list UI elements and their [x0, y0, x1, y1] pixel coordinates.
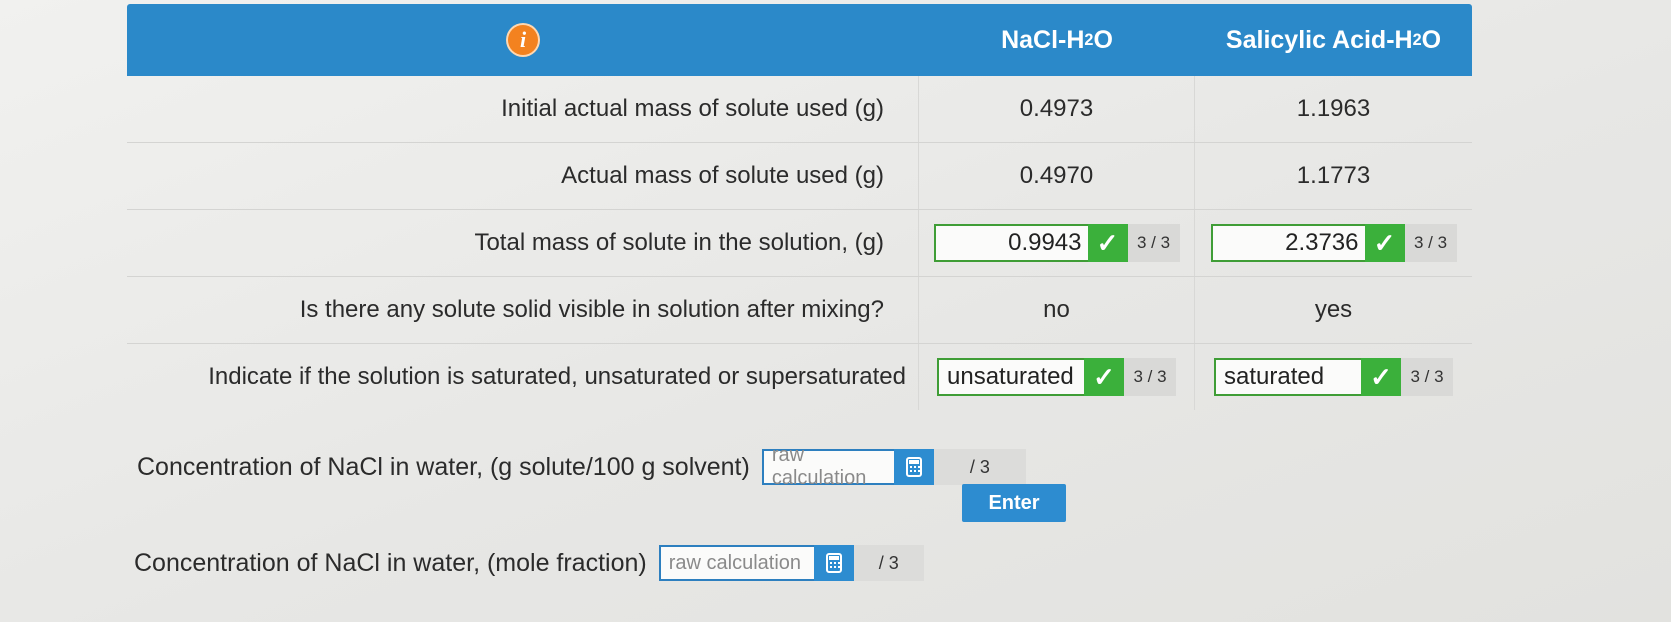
score-badge: / 3 [853, 545, 924, 581]
salicylic-saturation-select[interactable]: saturated ✓ [1214, 358, 1401, 396]
nacl-saturation-cell: unsaturated ✓ 3 / 3 [919, 344, 1195, 410]
page: i NaCl-H 2 O Salicylic Acid-H 2 O Initial ac… [0, 0, 1671, 622]
salicylic-total-mass-cell: 2.3736 ✓ 3 / 3 [1195, 210, 1472, 276]
header-nacl: NaCl-H 2 O [1001, 25, 1113, 54]
nacl-total-mass-answer: 0.9943 ✓ 3 / 3 [933, 224, 1180, 262]
table-row-visible-solid: Is there any solute solid visible in sol… [127, 277, 1472, 344]
row-label: Total mass of solute in the solution, (g… [127, 210, 919, 276]
row-label: Actual mass of solute used (g) [127, 143, 919, 209]
score-badge: 3 / 3 [1404, 224, 1457, 262]
nacl-actual-mass-value: 0.4970 [919, 143, 1195, 209]
salicylic-initial-mass-value: 1.1963 [1296, 95, 1371, 122]
table-row-actual-mass: Actual mass of solute used (g) 0.4970 1.… [127, 143, 1472, 210]
check-icon: ✓ [1364, 224, 1405, 262]
check-icon: ✓ [1087, 224, 1128, 262]
table-row-total-mass: Total mass of solute in the solution, (g… [127, 210, 1472, 277]
salicylic-saturation-cell: saturated ✓ 3 / 3 [1195, 344, 1472, 410]
salicylic-visible-value: yes [1314, 296, 1353, 323]
salicylic-saturation-answer: saturated ✓ 3 / 3 [1214, 358, 1453, 396]
nacl-saturation-answer: unsaturated ✓ 3 / 3 [937, 358, 1176, 396]
info-icon[interactable]: i [508, 25, 538, 55]
score-badge: 3 / 3 [1127, 224, 1180, 262]
row-label: Initial actual mass of solute used (g) [127, 76, 919, 142]
concentration-mole-input[interactable]: raw calculation [658, 545, 854, 581]
nacl-total-mass-cell: 0.9943 ✓ 3 / 3 [919, 210, 1195, 276]
nacl-total-mass-input[interactable]: 0.9943 ✓ [933, 224, 1128, 262]
calculator-icon [905, 457, 922, 477]
calculator-icon [825, 553, 842, 573]
header-salicylic: Salicylic Acid-H 2 O [1225, 25, 1442, 54]
concentration-g-row: Concentration of NaCl in water, (g solut… [137, 444, 1026, 489]
calculator-button[interactable] [813, 545, 854, 581]
concentration-g-input[interactable]: raw calculation [761, 444, 934, 489]
salicylic-actual-mass-value: 1.1773 [1296, 162, 1371, 189]
score-badge: / 3 [933, 449, 1026, 485]
table-row-initial-mass: Initial actual mass of solute used (g) 0… [127, 76, 1472, 143]
results-table: i NaCl-H 2 O Salicylic Acid-H 2 O Initial ac… [127, 4, 1472, 410]
score-badge: 3 / 3 [1401, 358, 1453, 396]
score-badge: 3 / 3 [1124, 358, 1176, 396]
nacl-visible-value: no [919, 277, 1195, 343]
concentration-mole-row: Concentration of NaCl in water, (mole fr… [134, 545, 924, 581]
check-icon: ✓ [1361, 358, 1401, 396]
salicylic-total-mass-input[interactable]: 2.3736 ✓ [1210, 224, 1405, 262]
concentration-g-label: Concentration of NaCl in water, (g solut… [137, 452, 750, 481]
header-info-cell: i [127, 4, 919, 76]
table-header: i NaCl-H 2 O Salicylic Acid-H 2 O [127, 4, 1472, 76]
nacl-saturation-select[interactable]: unsaturated ✓ [937, 358, 1124, 396]
enter-button[interactable]: Enter [962, 484, 1066, 522]
table-row-saturation: Indicate if the solution is saturated, u… [127, 344, 1472, 410]
salicylic-total-mass-answer: 2.3736 ✓ 3 / 3 [1210, 224, 1457, 262]
check-icon: ✓ [1084, 358, 1124, 396]
row-label: Indicate if the solution is saturated, u… [127, 344, 919, 410]
concentration-mole-label: Concentration of NaCl in water, (mole fr… [134, 548, 647, 577]
calculator-button[interactable] [893, 449, 934, 485]
nacl-initial-mass-value: 0.4973 [919, 76, 1195, 142]
row-label: Is there any solute solid visible in sol… [127, 277, 919, 343]
